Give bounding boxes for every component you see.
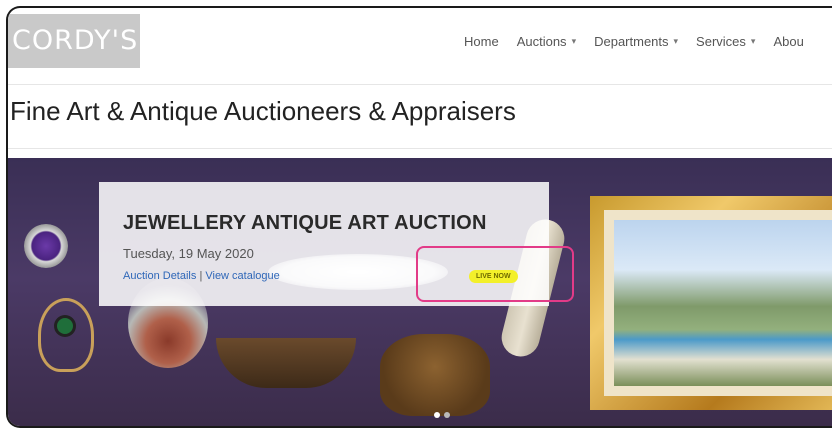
auction-title[interactable]: JEWELLERY ANTIQUE ART AUCTION — [123, 212, 487, 235]
nav-item-services[interactable]: Services ▾ — [696, 34, 755, 49]
bronze-censer-image — [380, 334, 490, 416]
carousel-indicators — [434, 412, 450, 418]
divider — [8, 84, 832, 85]
chevron-down-icon: ▾ — [571, 36, 577, 46]
painting-canvas — [614, 220, 832, 386]
view-catalogue-link[interactable]: View catalogue — [205, 270, 279, 282]
browser-viewport: CORDY'S Home Auctions ▾ Departments ▾ Se… — [6, 6, 832, 428]
carousel-dot[interactable] — [444, 412, 450, 418]
nav-item-departments[interactable]: Departments ▾ — [594, 34, 678, 49]
nav-item-home[interactable]: Home — [464, 34, 499, 49]
nav-item-label: Auctions — [516, 34, 567, 49]
wooden-bowl-image — [216, 338, 356, 388]
nav-item-label: Home — [464, 34, 499, 49]
pendant-stand-image — [38, 298, 94, 372]
nav-item-label: Services — [696, 34, 746, 49]
auction-links: Auction Details | View catalogue — [123, 270, 280, 282]
nav-item-label: Departments — [594, 34, 669, 49]
painting-mat — [604, 210, 832, 396]
nav-item-auctions[interactable]: Auctions ▾ — [517, 34, 576, 49]
annotation-highlight-box — [416, 246, 574, 302]
carousel-dot-active[interactable] — [434, 412, 440, 418]
auction-details-link[interactable]: Auction Details — [123, 270, 196, 282]
nav-item-label: Abou — [773, 34, 804, 49]
main-nav: Home Auctions ▾ Departments ▾ Services ▾… — [464, 34, 822, 49]
chevron-down-icon: ▾ — [673, 36, 679, 46]
hero-carousel[interactable]: JEWELLERY ANTIQUE ART AUCTION Tuesday, 1… — [8, 158, 832, 426]
auction-date: Tuesday, 19 May 2020 — [123, 246, 254, 261]
amethyst-ring-image — [24, 224, 68, 268]
page-title: Fine Art & Antique Auctioneers & Apprais… — [10, 96, 516, 126]
nav-item-about[interactable]: Abou — [773, 34, 803, 49]
landscape-painting-image — [590, 196, 832, 410]
site-logo[interactable]: CORDY'S — [8, 14, 140, 68]
divider — [8, 148, 832, 149]
pendant-stone-image — [57, 318, 73, 334]
chevron-down-icon: ▾ — [750, 36, 756, 46]
